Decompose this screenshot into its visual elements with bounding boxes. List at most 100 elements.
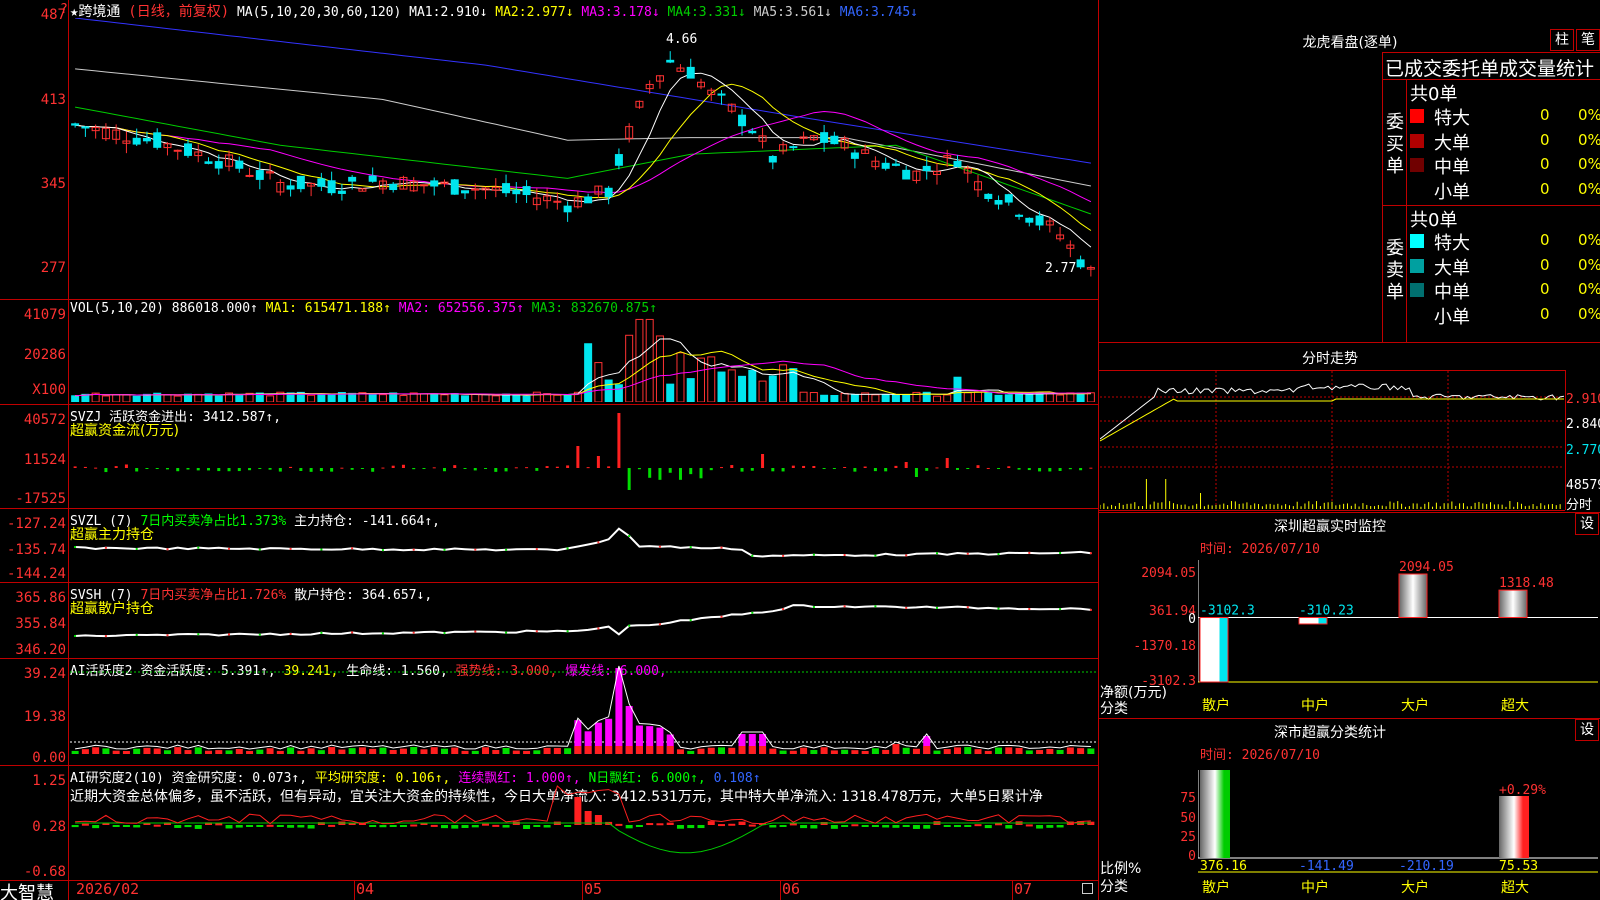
order-percent: 0% (1578, 179, 1600, 198)
ai2-axis-tick: 0.28 (32, 819, 66, 835)
fund-flow-bar (771, 468, 775, 472)
position-line (75, 604, 1092, 638)
sell-order-row: 大单 0 0% (1410, 254, 1600, 279)
ai-research-chart[interactable] (70, 765, 1096, 880)
position-dot (1089, 552, 1092, 555)
classify-category-label: 中户 (1301, 879, 1329, 896)
order-count: 0 (1540, 106, 1550, 124)
position-dot (997, 607, 1000, 610)
activity-bar (338, 749, 346, 754)
research-bar (379, 825, 387, 828)
research-bar (307, 825, 315, 829)
research-bar (256, 825, 264, 827)
volume-chart[interactable] (70, 316, 1096, 402)
activity-bar (133, 748, 141, 754)
activity-bar (81, 749, 89, 754)
fund-flow-bar (955, 468, 959, 470)
volume-bar (799, 391, 808, 402)
candle-body (686, 66, 695, 79)
research-bar (738, 821, 746, 825)
buy-orders-label: 委买单 (1386, 112, 1404, 177)
classify-value-label: -210.19 (1399, 859, 1454, 874)
volume-bar (902, 394, 911, 402)
position-dot (135, 548, 138, 550)
color-swatch (1410, 307, 1424, 322)
position-dot (381, 632, 384, 635)
monitor-settings-button[interactable]: 设 (1575, 513, 1599, 535)
research-bar (328, 824, 336, 827)
fund-flow-bar (463, 468, 467, 469)
bar-mode-button[interactable]: 柱 (1550, 29, 1574, 51)
position-dot (74, 546, 77, 548)
volume-bar (645, 318, 654, 402)
activity-bar (461, 750, 469, 754)
fund-flow-bar (720, 467, 724, 469)
activity-bar (851, 750, 859, 754)
volume-bar (686, 378, 695, 402)
classify-bar-chart[interactable]: 376.16 散户 -141.49 中户 -210.19 大户 +0.29% 75.53 超大 (1198, 770, 1598, 900)
fund-flow-bar (1027, 468, 1031, 471)
fund-flow-bar (525, 467, 529, 469)
volume-bar (194, 393, 203, 402)
candle-body (604, 187, 613, 198)
volume-bar (327, 394, 336, 402)
fund-flow-bar (873, 468, 877, 472)
lock-icon[interactable] (1082, 883, 1093, 894)
candle-body (614, 154, 623, 166)
research-bar (112, 825, 120, 827)
research-bar (482, 823, 490, 826)
fund-flow-bar (709, 468, 713, 471)
candle-body (327, 180, 336, 194)
research-bar (297, 825, 305, 828)
activity-bar (71, 750, 79, 754)
research-bar (440, 825, 448, 829)
fund-flow-bar (607, 466, 611, 468)
activity-bar (194, 747, 202, 754)
sell-order-row: 特大 0 0% (1410, 229, 1600, 254)
research-bar (492, 824, 500, 827)
position-dot (228, 547, 230, 550)
volume-bar (183, 393, 192, 402)
activity-base-bar (923, 746, 931, 754)
vol-axis-tick: 20286 (23, 347, 66, 363)
research-bar (1056, 825, 1064, 828)
svzl-main-position-line[interactable] (70, 508, 1096, 582)
x-axis-tick: 06 (782, 880, 801, 898)
research-bar (656, 823, 664, 826)
order-count: 0 (1540, 255, 1550, 274)
volume-bar (522, 395, 531, 402)
activity-base-bar (635, 746, 643, 754)
panel-divider (1099, 342, 1600, 343)
order-size-label: 大单 (1434, 132, 1470, 154)
research-bar (820, 822, 828, 825)
candle-body (881, 162, 890, 169)
activity-bar (440, 748, 448, 754)
color-swatch (1410, 258, 1424, 273)
ai-activity-chart[interactable] (70, 658, 1096, 765)
activity-bar (564, 748, 572, 754)
price-candlestick-chart[interactable] (70, 18, 1096, 298)
activity-base-bar (605, 746, 613, 754)
fund-flow-bar (812, 465, 816, 468)
price-axis-tick: 345 (40, 176, 66, 192)
pane-divider (0, 299, 1099, 300)
position-dot (320, 548, 323, 551)
candle-body (902, 169, 911, 180)
tick-mode-button[interactable]: 笔 (1576, 29, 1600, 51)
fund-flow-bar (412, 468, 416, 470)
position-dot (474, 548, 477, 551)
classify-settings-button[interactable]: 设 (1575, 719, 1599, 741)
position-dot (1059, 552, 1062, 554)
svsh-retail-position-line[interactable] (70, 582, 1096, 658)
intraday-chart[interactable] (1100, 371, 1564, 509)
research-bar (184, 825, 192, 828)
position-dot (628, 624, 631, 627)
svzj-fund-flow-chart[interactable] (70, 406, 1096, 506)
research-bar (800, 825, 808, 829)
activity-bar (800, 747, 808, 754)
classify-bar (1499, 796, 1529, 858)
fund-flow-bar (514, 467, 518, 469)
candle-body (953, 160, 962, 168)
monitor-bar-chart[interactable]: -3102.3 散户 -310.23 中户 2094.05 大户 1318.48 超大 (1198, 560, 1598, 720)
volume-bar (932, 395, 941, 402)
